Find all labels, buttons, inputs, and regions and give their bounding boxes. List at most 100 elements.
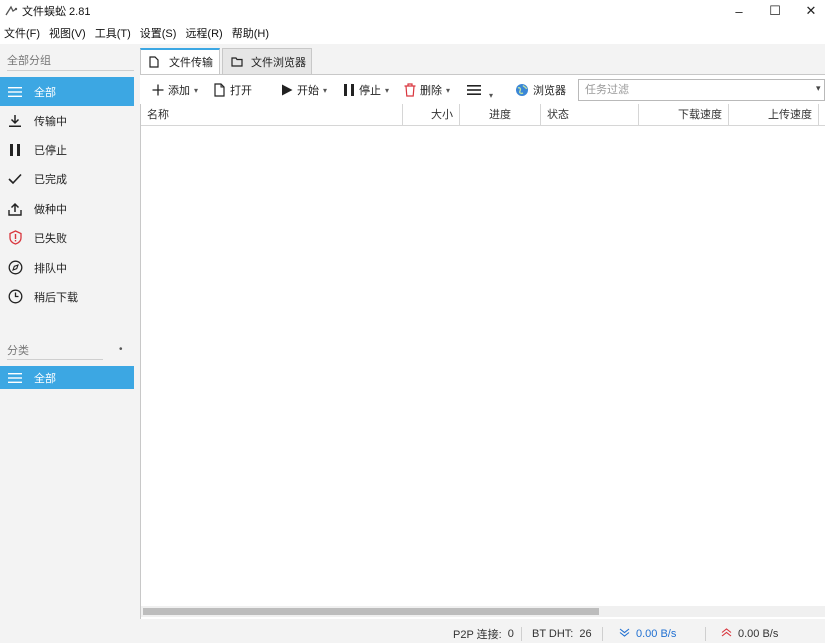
sidebar-item-completed[interactable]: 已完成 <box>0 164 134 193</box>
start-label: 开始 <box>297 85 319 97</box>
clock-icon <box>7 289 23 305</box>
sidebar-section-all: 全部分组 <box>7 55 51 67</box>
download-speed-icon <box>619 628 630 640</box>
tab-bar: 文件传输 文件浏览器 <box>140 48 825 74</box>
dht-status: BT DHT: 26 <box>532 627 592 641</box>
p2p-label: P2P 连接: <box>453 629 502 641</box>
collapse-dot-icon[interactable]: • <box>119 344 123 355</box>
task-filter-input[interactable]: 任务过滤 <box>578 79 825 101</box>
status-bar: P2P 连接: 0 BT DHT: 26 0.00 B/s 0.00 B/s <box>0 625 825 643</box>
list-icon <box>7 84 23 100</box>
sidebar-divider <box>7 70 134 71</box>
menu-bar: 文件(F) 视图(V) 工具(T) 设置(S) 远程(R) 帮助(H) <box>0 22 825 44</box>
filter-dropdown-icon[interactable]: ▾ <box>816 83 821 94</box>
open-file-icon <box>214 83 226 97</box>
file-icon <box>149 56 161 68</box>
sidebar-item-transferring[interactable]: 传输中 <box>0 106 134 135</box>
close-button[interactable]: ✕ <box>793 0 825 22</box>
chevron-down-icon: ▾ <box>385 85 390 95</box>
browser-button[interactable]: 浏览器 <box>515 75 566 105</box>
title-bar: 文件蜈蚣 2.81 – ☐ ✕ <box>0 0 825 22</box>
menu-tools[interactable]: 工具(T) <box>95 25 131 41</box>
start-button[interactable]: 开始 ▾ <box>281 75 327 105</box>
column-name[interactable]: 名称 <box>141 104 403 126</box>
open-label: 打开 <box>230 85 252 97</box>
trash-icon <box>404 83 416 97</box>
column-upload-speed[interactable]: 上传速度 <box>729 104 819 126</box>
maximize-button[interactable]: ☐ <box>757 0 793 22</box>
pause-icon <box>7 142 23 158</box>
menu-remote[interactable]: 远程(R) <box>185 25 222 41</box>
upload-speed-value: 0.00 B/s <box>738 628 779 640</box>
sidebar-item-stopped[interactable]: 已停止 <box>0 135 134 164</box>
menu-file[interactable]: 文件(F) <box>4 25 40 41</box>
menu-icon <box>467 84 481 96</box>
dht-value: 26 <box>579 628 592 640</box>
transfer-table: 名称 大小 进度 状态 下载速度 上传速度 <box>140 104 825 619</box>
add-label: 添加 <box>168 85 190 97</box>
list-icon <box>7 370 23 386</box>
column-progress[interactable]: 进度 <box>460 104 541 126</box>
minimize-button[interactable]: – <box>721 0 757 22</box>
browser-label: 浏览器 <box>533 85 566 97</box>
upload-icon <box>7 201 23 217</box>
category-item-all[interactable]: 全部 <box>0 366 134 389</box>
download-speed-status: 0.00 B/s <box>619 627 676 641</box>
queue-icon <box>7 260 23 276</box>
sidebar-item-label: 已失败 <box>34 232 67 245</box>
sidebar-item-later[interactable]: 稍后下载 <box>0 282 134 311</box>
toolbar: 添加 ▾ 打开 开始 ▾ 停止 ▾ 删除 ▾ ▾ 浏览器 任务过滤 ▾ <box>140 74 825 104</box>
chevron-down-icon: ▾ <box>446 85 451 95</box>
column-status[interactable]: 状态 <box>541 104 639 126</box>
globe-icon <box>515 83 529 97</box>
upload-speed-icon <box>721 628 732 640</box>
status-divider <box>602 627 603 641</box>
upload-speed-status: 0.00 B/s <box>721 627 778 641</box>
sidebar-section-category: 分类 <box>7 345 29 357</box>
menu-settings[interactable]: 设置(S) <box>140 25 177 41</box>
chevron-down-icon: ▾ <box>194 85 199 95</box>
status-divider <box>705 627 706 641</box>
delete-button[interactable]: 删除 ▾ <box>404 75 450 105</box>
app-logo-icon <box>4 4 18 18</box>
p2p-status: P2P 连接: 0 <box>453 627 514 641</box>
sidebar-item-all[interactable]: 全部 <box>0 77 134 106</box>
sidebar-item-label: 已完成 <box>34 173 67 186</box>
menu-help[interactable]: 帮助(H) <box>232 25 269 41</box>
p2p-value: 0 <box>507 628 514 640</box>
error-icon <box>7 230 23 246</box>
sidebar-item-queued[interactable]: 排队中 <box>0 253 134 282</box>
tab-file-browser[interactable]: 文件浏览器 <box>222 48 312 74</box>
tab-label: 文件浏览器 <box>251 56 306 69</box>
sidebar-item-label: 传输中 <box>34 115 67 128</box>
sidebar-item-label: 排队中 <box>34 262 67 275</box>
folder-icon <box>231 56 243 68</box>
table-header: 名称 大小 进度 状态 下载速度 上传速度 <box>141 104 825 126</box>
download-speed-value: 0.00 B/s <box>636 628 677 640</box>
sidebar-item-seeding[interactable]: 做种中 <box>0 194 134 223</box>
play-icon <box>281 84 293 96</box>
more-menu-button[interactable]: ▾ <box>467 75 493 105</box>
category-item-label: 全部 <box>34 372 56 385</box>
plus-icon <box>152 84 164 96</box>
stop-button[interactable]: 停止 ▾ <box>343 75 389 105</box>
tab-label: 文件传输 <box>169 57 213 69</box>
add-button[interactable]: 添加 ▾ <box>152 75 198 105</box>
sidebar-item-label: 稍后下载 <box>34 291 78 304</box>
sidebar: 全部分组 全部 传输中 已停止 已完成 做种中 已失败 排队中 稍后下载 分类 … <box>0 44 140 643</box>
tab-file-transfer[interactable]: 文件传输 <box>140 48 220 74</box>
check-icon <box>7 171 23 187</box>
sidebar-divider <box>7 359 103 360</box>
scrollbar-thumb[interactable] <box>143 608 599 615</box>
column-download-speed[interactable]: 下载速度 <box>639 104 729 126</box>
sidebar-item-label: 做种中 <box>34 203 67 216</box>
delete-label: 删除 <box>420 85 442 97</box>
sidebar-item-label: 已停止 <box>34 144 67 157</box>
menu-view[interactable]: 视图(V) <box>49 25 86 41</box>
sidebar-item-label: 全部 <box>34 86 56 99</box>
open-button[interactable]: 打开 <box>214 75 252 105</box>
horizontal-scrollbar[interactable] <box>141 606 825 617</box>
column-size[interactable]: 大小 <box>403 104 460 126</box>
download-icon <box>7 113 23 129</box>
sidebar-item-failed[interactable]: 已失败 <box>0 223 134 252</box>
